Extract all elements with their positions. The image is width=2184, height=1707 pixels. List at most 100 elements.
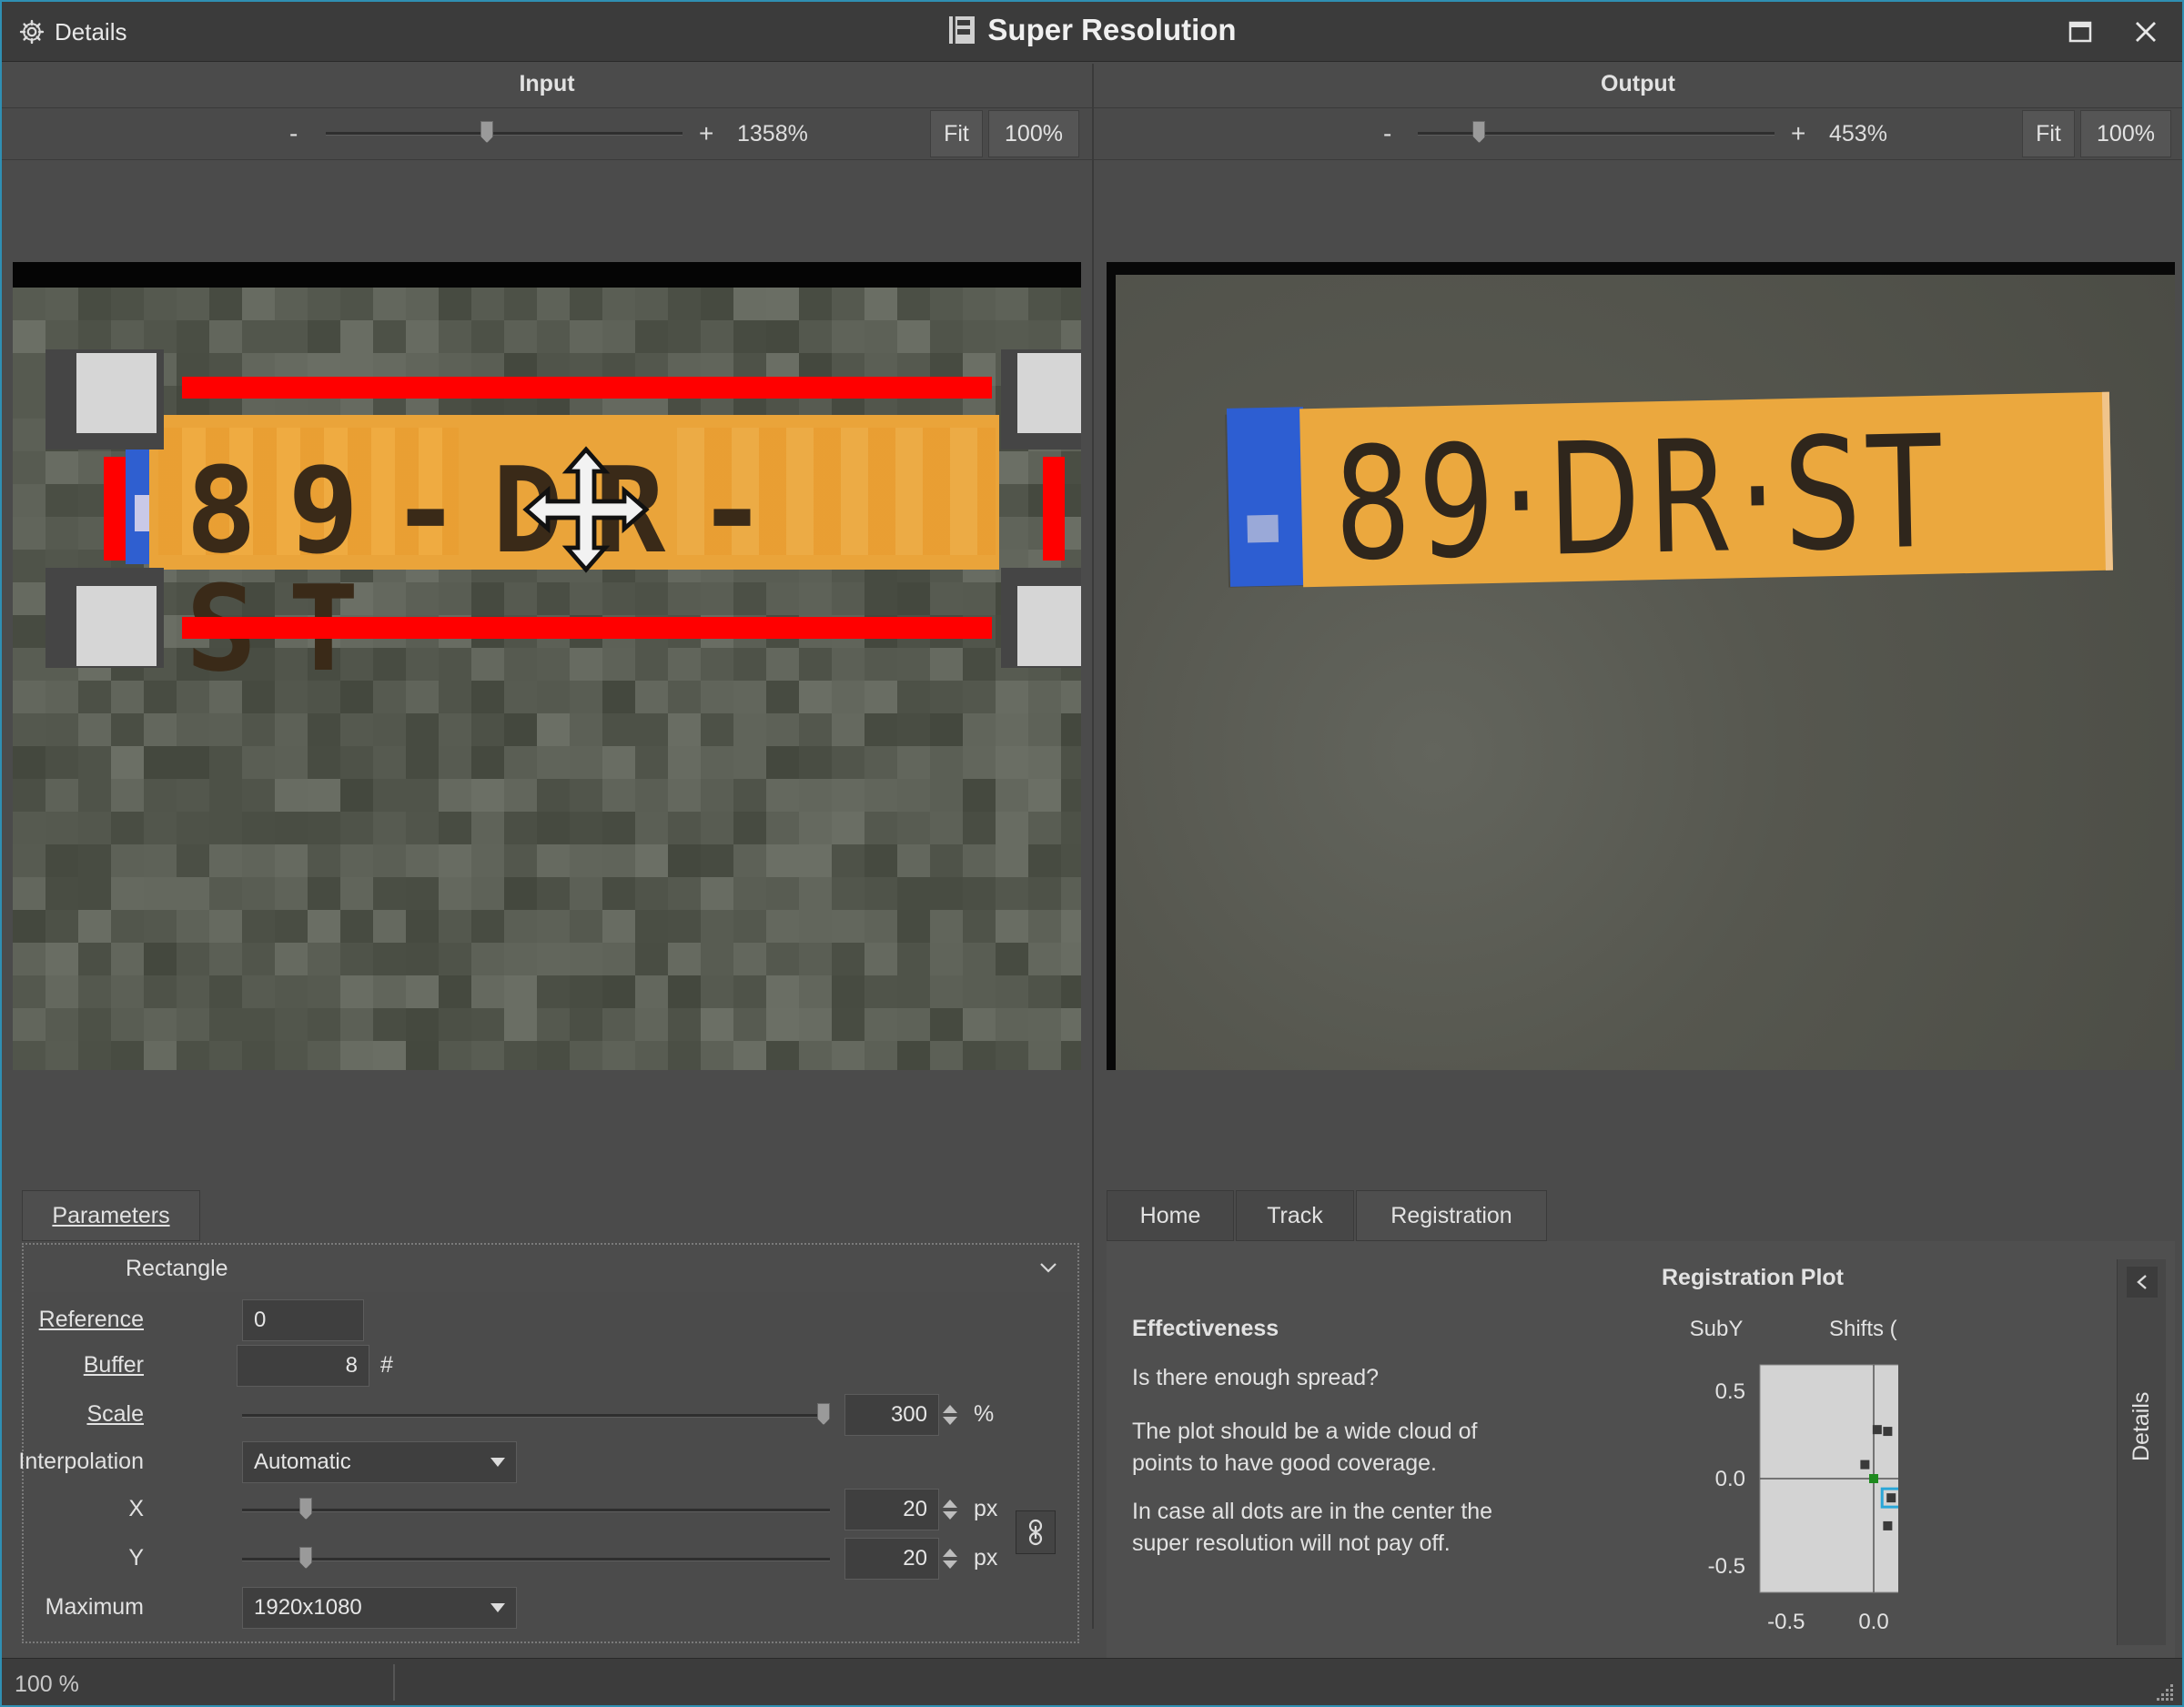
pane-divider[interactable] <box>1092 64 1094 1629</box>
plot-point <box>1883 1520 1893 1530</box>
input-image-view[interactable]: 89-DR-ST <box>13 262 1081 1070</box>
details-side-tab[interactable]: Details <box>2117 1259 2166 1645</box>
output-zoom-slider[interactable] <box>1418 121 1774 143</box>
plot-y-tick-label: 0.0 <box>1715 1467 1745 1491</box>
selection-handle-bottom-right[interactable] <box>1017 586 1081 666</box>
x-label: X <box>128 1496 144 1521</box>
maximize-button[interactable] <box>2060 13 2100 51</box>
input-zoom-value: 1358% <box>737 121 808 146</box>
output-zoom-out-button[interactable]: - <box>1383 119 1391 148</box>
reference-label[interactable]: Reference <box>39 1307 144 1333</box>
output-image-top-border <box>1107 262 2175 275</box>
window-title: Super Resolution <box>2 13 2182 47</box>
tab-home[interactable]: Home <box>1107 1190 1234 1241</box>
interpolation-select[interactable]: Automatic <box>242 1441 517 1483</box>
plot-y-tick-label: -0.5 <box>1708 1554 1745 1579</box>
input-image-top-border <box>13 262 1081 288</box>
effectiveness-text-2: In case all dots are in the center the s… <box>1132 1499 1493 1556</box>
scale-input[interactable]: 300 <box>844 1394 939 1436</box>
details-side-label: Details <box>2128 1391 2154 1461</box>
reference-input[interactable]: 0 <box>242 1299 364 1341</box>
output-zoom-value: 453% <box>1829 121 1887 146</box>
plot-title: Shifts (px) <box>1829 1317 1898 1341</box>
output-plate-text: 89·DR·ST <box>1332 402 1951 596</box>
resize-grip-icon[interactable] <box>2153 1680 2175 1702</box>
selection-left-edge[interactable] <box>104 457 126 561</box>
collapse-button[interactable] <box>2127 1267 2158 1298</box>
tab-track[interactable]: Track <box>1236 1190 1354 1241</box>
output-zoom-in-button[interactable]: + <box>1791 119 1805 148</box>
plot-x-tick-label: -0.5 <box>1767 1610 1805 1634</box>
interpolation-label: Interpolation <box>18 1449 144 1474</box>
selection-right-edge[interactable] <box>1043 457 1065 561</box>
effectiveness-text-1: The plot should be a wide cloud of point… <box>1132 1419 1478 1476</box>
selection-handle-top-right[interactable] <box>1017 353 1081 433</box>
input-zoom-in-button[interactable]: + <box>699 119 713 148</box>
close-icon <box>2136 22 2156 42</box>
close-button[interactable] <box>2126 13 2166 51</box>
rectangle-group <box>22 1243 1079 1643</box>
tab-parameters-label: Parameters <box>52 1202 170 1228</box>
y-spinner[interactable] <box>943 1540 957 1578</box>
output-plate: 89·DR·ST <box>1299 391 2113 596</box>
scale-label[interactable]: Scale <box>86 1401 144 1428</box>
maximum-select[interactable]: 1920x1080 <box>242 1587 517 1629</box>
rectangle-section-header[interactable]: Rectangle <box>24 1245 1077 1292</box>
selection-handle-bottom-left[interactable] <box>76 586 157 666</box>
link-icon <box>1028 1519 1043 1546</box>
scale-slider[interactable] <box>242 1403 830 1425</box>
x-unit: px <box>974 1496 998 1521</box>
buffer-label[interactable]: Buffer <box>84 1352 144 1379</box>
x-spinner[interactable] <box>943 1490 957 1529</box>
plot-y-label: SubY <box>1690 1317 1744 1341</box>
plot-reference-point <box>1869 1474 1878 1483</box>
output-image-view[interactable]: 89·DR·ST <box>1107 262 2175 1070</box>
link-xy-button[interactable] <box>1016 1510 1056 1554</box>
plot-x-tick-label: 0.0 <box>1858 1610 1888 1634</box>
x-slider[interactable] <box>242 1498 830 1520</box>
selection-bottom-edge[interactable] <box>182 617 992 639</box>
dropdown-arrow-icon <box>490 1603 505 1612</box>
y-label: Y <box>128 1545 144 1571</box>
plot-point <box>1872 1425 1882 1435</box>
super-resolution-window: Details Super Resolution Input - + 1358%… <box>0 0 2184 1707</box>
plot-point <box>1860 1460 1870 1470</box>
input-pane-title: Input <box>519 71 575 96</box>
input-fit-button[interactable]: Fit <box>930 110 983 157</box>
y-unit: px <box>974 1545 998 1571</box>
scale-unit: % <box>974 1401 995 1427</box>
scale-spinner[interactable] <box>943 1396 957 1434</box>
buffer-input[interactable]: 8 <box>237 1345 369 1387</box>
interpolation-value: Automatic <box>254 1449 351 1474</box>
effectiveness-title: Effectiveness <box>1132 1316 1279 1341</box>
x-input[interactable]: 20 <box>844 1489 939 1530</box>
input-100-button[interactable]: 100% <box>988 110 1079 157</box>
registration-plot: SubYShifts (px)SubX-0.50.00.50.50.0-0.5 <box>1690 1317 1898 1634</box>
status-bar: 100 % <box>2 1658 2182 1705</box>
y-slider[interactable] <box>242 1547 830 1569</box>
rectangle-section-label: Rectangle <box>126 1256 228 1281</box>
effectiveness-question: Is there enough spread? <box>1132 1365 1380 1390</box>
registration-panel: Home Track Registration Registration Plo… <box>1107 1181 2175 1658</box>
input-zoom-bar: - + 1358% Fit 100% <box>2 107 1092 160</box>
input-zoom-out-button[interactable]: - <box>289 119 298 148</box>
output-100-button[interactable]: 100% <box>2080 110 2171 157</box>
input-zoom-slider[interactable] <box>326 121 682 143</box>
selection-top-edge[interactable] <box>182 377 992 399</box>
input-zoom-slider-thumb[interactable] <box>480 121 494 143</box>
tab-parameters[interactable]: Parameters <box>22 1190 200 1241</box>
output-zoom-slider-thumb[interactable] <box>1472 121 1486 143</box>
output-pane-title: Output <box>1601 71 1675 96</box>
output-fit-button[interactable]: Fit <box>2022 110 2075 157</box>
tab-registration[interactable]: Registration <box>1356 1190 1547 1241</box>
y-input[interactable]: 20 <box>844 1538 939 1580</box>
window-title-text: Super Resolution <box>987 13 1237 46</box>
registration-plot-title: Registration Plot <box>1661 1265 1844 1290</box>
chevron-left-icon <box>2137 1275 2147 1289</box>
move-cursor-icon <box>522 446 650 573</box>
selection-handle-top-left[interactable] <box>76 353 157 433</box>
buffer-unit: # <box>380 1352 393 1378</box>
output-image-left-border <box>1107 262 1116 1070</box>
output-zoom-bar: - + 453% Fit 100% <box>1094 107 2182 160</box>
film-icon <box>949 16 976 44</box>
